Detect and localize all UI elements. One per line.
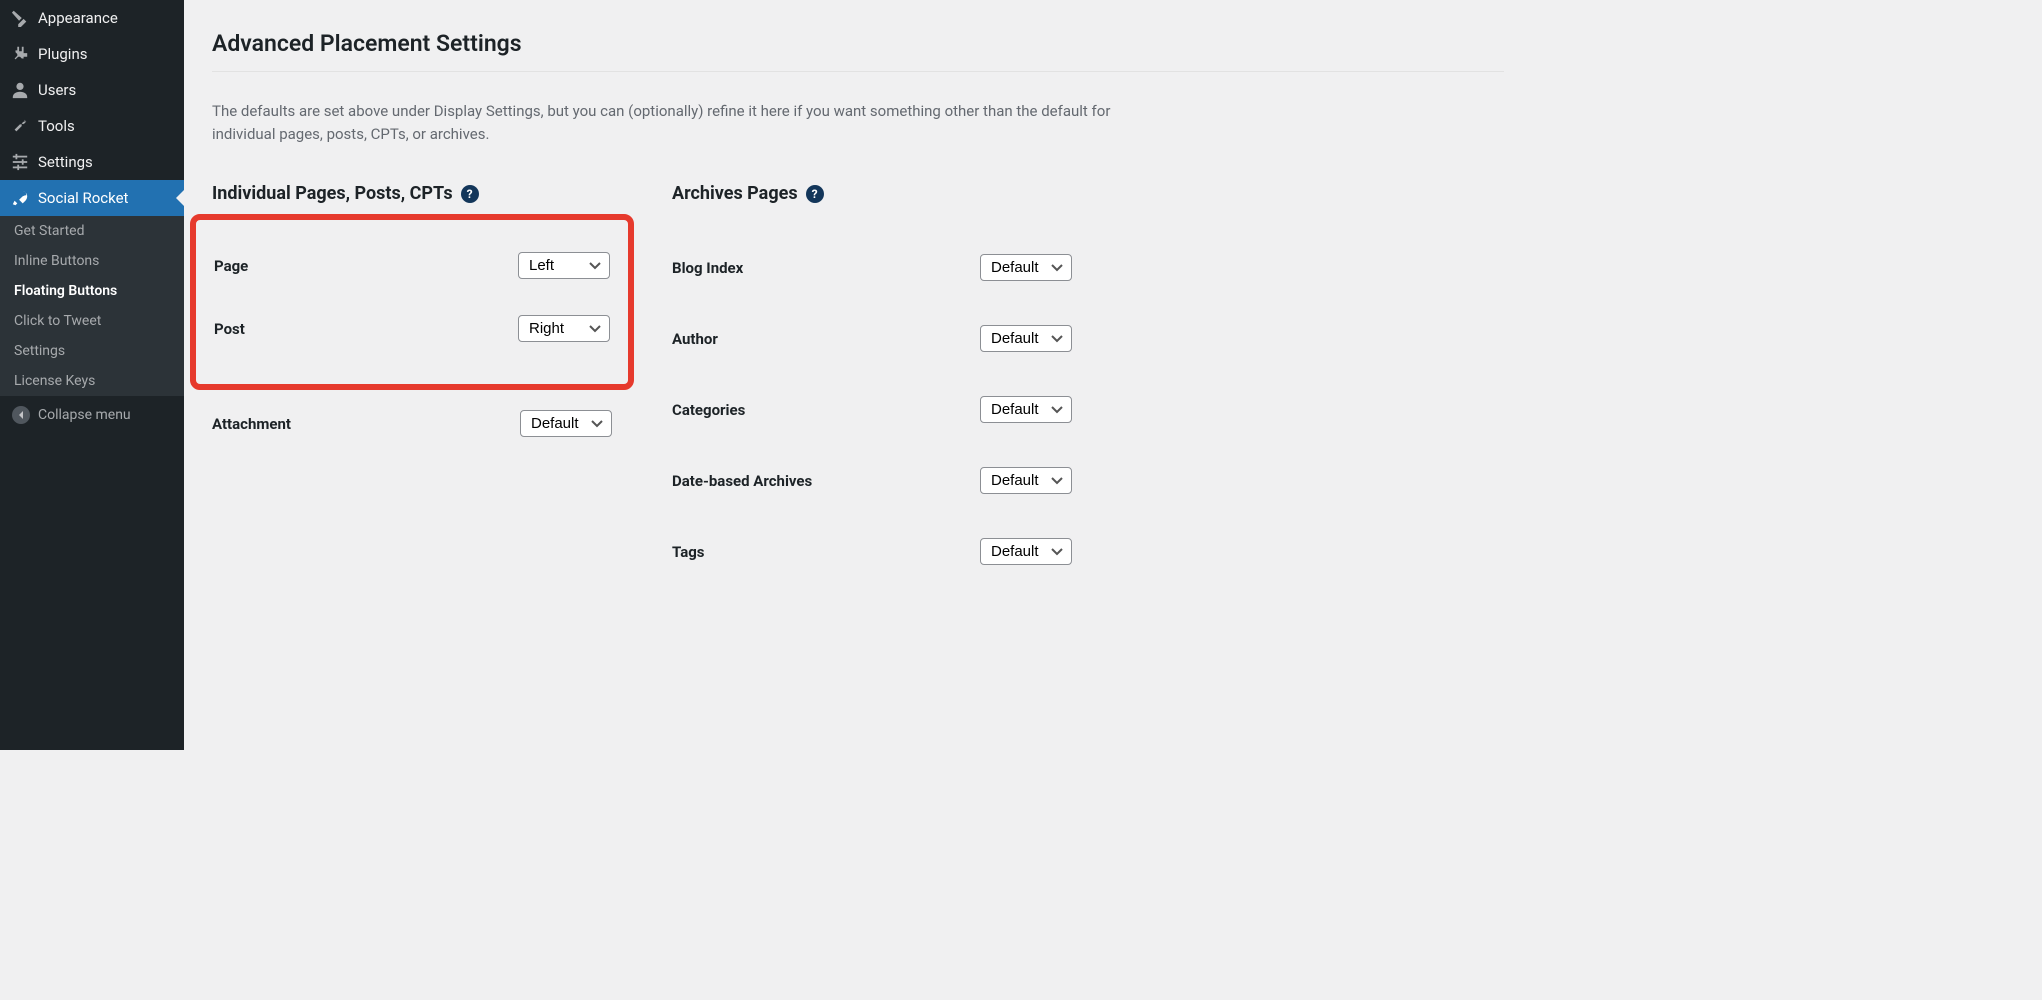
menu-label: Appearance (38, 9, 118, 27)
field-label: Categories (672, 401, 745, 419)
plug-icon (10, 44, 30, 64)
field-categories: Categories DefaultLeftRightNone (672, 396, 1072, 423)
field-label: Tags (672, 543, 705, 561)
field-post: Post DefaultLeftRightNone (214, 315, 610, 342)
select-post[interactable]: DefaultLeftRightNone (518, 315, 610, 342)
field-page: Page DefaultLeftRightNone (214, 252, 610, 279)
rocket-icon (10, 188, 30, 208)
field-date-archives: Date-based Archives DefaultLeftRightNone (672, 467, 1072, 494)
menu-users[interactable]: Users (0, 72, 184, 108)
submenu: Get Started Inline Buttons Floating Butt… (0, 216, 184, 396)
submenu-inline-buttons[interactable]: Inline Buttons (0, 246, 184, 276)
menu-label: Plugins (38, 45, 87, 63)
submenu-click-to-tweet[interactable]: Click to Tweet (0, 306, 184, 336)
select-date-archives[interactable]: DefaultLeftRightNone (980, 467, 1072, 494)
field-tags: Tags DefaultLeftRightNone (672, 538, 1072, 565)
heading-text: Individual Pages, Posts, CPTs (212, 183, 453, 204)
select-page[interactable]: DefaultLeftRightNone (518, 252, 610, 279)
user-icon (10, 80, 30, 100)
column-individual: Individual Pages, Posts, CPTs ? Page Def… (212, 183, 612, 609)
field-label: Page (214, 257, 248, 275)
settings-columns: Individual Pages, Posts, CPTs ? Page Def… (212, 183, 1504, 609)
help-icon[interactable]: ? (461, 185, 479, 203)
field-label: Author (672, 330, 718, 348)
menu-appearance[interactable]: Appearance (0, 0, 184, 36)
collapse-menu[interactable]: Collapse menu (0, 396, 184, 434)
submenu-get-started[interactable]: Get Started (0, 216, 184, 246)
menu-label: Tools (38, 117, 75, 135)
column-archives: Archives Pages ? Blog Index DefaultLeftR… (672, 183, 1072, 609)
select-blog-index[interactable]: DefaultLeftRightNone (980, 254, 1072, 281)
highlight-box: Page DefaultLeftRightNone Post DefaultLe… (190, 214, 634, 390)
collapse-icon (12, 406, 30, 424)
column-heading-archives: Archives Pages ? (672, 183, 1072, 204)
menu-label: Social Rocket (38, 189, 128, 207)
select-tags[interactable]: DefaultLeftRightNone (980, 538, 1072, 565)
admin-sidebar: Appearance Plugins Users Tools Settings … (0, 0, 184, 750)
collapse-label: Collapse menu (38, 407, 131, 423)
heading-text: Archives Pages (672, 183, 798, 204)
menu-plugins[interactable]: Plugins (0, 36, 184, 72)
menu-social-rocket[interactable]: Social Rocket (0, 180, 184, 216)
page-description: The defaults are set above under Display… (212, 100, 1162, 145)
submenu-settings[interactable]: Settings (0, 336, 184, 366)
main-content: Advanced Placement Settings The defaults… (184, 0, 1532, 750)
field-blog-index: Blog Index DefaultLeftRightNone (672, 254, 1072, 281)
field-author: Author DefaultLeftRightNone (672, 325, 1072, 352)
divider (212, 71, 1504, 72)
select-categories[interactable]: DefaultLeftRightNone (980, 396, 1072, 423)
sliders-icon (10, 152, 30, 172)
page-title: Advanced Placement Settings (212, 30, 1504, 57)
menu-tools[interactable]: Tools (0, 108, 184, 144)
select-author[interactable]: DefaultLeftRightNone (980, 325, 1072, 352)
field-attachment: Attachment DefaultLeftRightNone (212, 410, 612, 437)
menu-label: Users (38, 81, 76, 99)
menu-settings[interactable]: Settings (0, 144, 184, 180)
select-attachment[interactable]: DefaultLeftRightNone (520, 410, 612, 437)
field-label: Post (214, 320, 245, 338)
column-heading-individual: Individual Pages, Posts, CPTs ? (212, 183, 612, 204)
wrench-icon (10, 116, 30, 136)
field-label: Date-based Archives (672, 472, 812, 490)
submenu-floating-buttons[interactable]: Floating Buttons (0, 276, 184, 306)
help-icon[interactable]: ? (806, 185, 824, 203)
field-label: Attachment (212, 415, 291, 433)
menu-label: Settings (38, 153, 93, 171)
paint-icon (10, 8, 30, 28)
field-label: Blog Index (672, 259, 743, 277)
submenu-license-keys[interactable]: License Keys (0, 366, 184, 396)
